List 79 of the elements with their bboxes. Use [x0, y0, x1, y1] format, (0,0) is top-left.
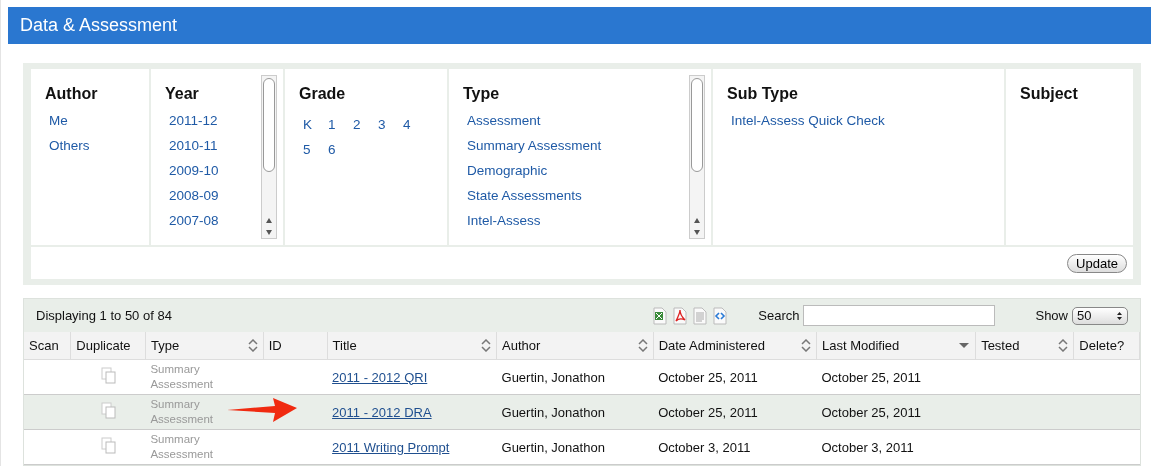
filter-link[interactable]: State Assessments: [467, 188, 711, 203]
filter-link[interactable]: Me: [49, 113, 149, 128]
filter-link[interactable]: 2007-08: [169, 213, 283, 228]
column-header: Delete?: [1073, 332, 1140, 360]
scrollbar[interactable]: [689, 75, 705, 239]
filter-link[interactable]: 3: [378, 117, 403, 132]
spreadsheet-icon[interactable]: [652, 306, 669, 325]
filter-link[interactable]: Summary Assessment: [467, 138, 711, 153]
scroll-up-icon: [265, 216, 273, 224]
table-row[interactable]: Summary Assessment 2011 - 2012 QRI Guertin, Jonathon October 25, 2011 October 25, 2011: [24, 359, 1140, 395]
column-header[interactable]: Author: [496, 332, 654, 360]
table-row[interactable]: Summary Assessment 2011 Writing Prompt Guertin, Jonathon October 3, 2011 October 3, 2011: [24, 429, 1140, 465]
sort-icon: [481, 339, 491, 352]
search-label: Search: [758, 308, 800, 323]
date-text: October 3, 2011: [821, 439, 914, 455]
type-text: Summary Assessment: [150, 397, 215, 427]
scroll-up-icon: [693, 216, 701, 224]
filter-heading: Year: [165, 85, 200, 103]
filter-link[interactable]: 2008-09: [169, 188, 283, 203]
filter-link[interactable]: Intel-Assess Quick Check: [731, 113, 1004, 128]
filter-link[interactable]: Assessment: [467, 113, 711, 128]
date-text: October 25, 2011: [658, 369, 758, 385]
table-row[interactable]: Summary Assessment 2011 - 2012 DRA Guertin, Jonathon October 25, 2011 October 25, 2011: [24, 394, 1140, 430]
column-header: ID: [263, 332, 328, 360]
author-name: Guertin, Jonathon: [501, 439, 605, 455]
sort-icon: [1058, 339, 1069, 352]
column-header: Scan: [24, 332, 71, 360]
filter-link[interactable]: 2011-12: [169, 113, 283, 128]
result-count: Displaying 1 to 50 of 84: [36, 308, 173, 323]
filter-heading: Subject: [1020, 85, 1079, 103]
page-title: Data & Assessment: [20, 15, 178, 36]
date-text: October 25, 2011: [658, 404, 758, 420]
sort-icon: [637, 339, 648, 352]
sort-icon: [247, 339, 258, 352]
filter-link[interactable]: 2010-11: [169, 138, 283, 153]
author-name: Guertin, Jonathon: [501, 404, 605, 420]
show-label: Show: [1035, 308, 1068, 323]
code-icon[interactable]: [712, 306, 729, 325]
filter-link[interactable]: 4: [403, 117, 428, 132]
filter-heading: Sub Type: [727, 85, 799, 103]
filter-link[interactable]: 5: [303, 142, 328, 157]
date-text: October 3, 2011: [658, 439, 751, 455]
filter-heading: Author: [45, 85, 99, 103]
title-link[interactable]: 2011 - 2012 QRI: [332, 369, 428, 385]
filter-heading: Grade: [299, 85, 347, 103]
updown-arrows-icon: [1116, 310, 1123, 321]
column-header[interactable]: Date Administered: [653, 332, 817, 360]
filter-link[interactable]: Others: [49, 138, 149, 153]
scroll-down-icon: [265, 228, 273, 236]
scrollbar[interactable]: [261, 75, 277, 239]
column-header[interactable]: Tested: [975, 332, 1074, 360]
duplicate-icon: [100, 402, 116, 419]
column-header: Duplicate: [70, 332, 146, 360]
column-header[interactable]: Last Modified: [816, 332, 976, 360]
date-text: October 25, 2011: [821, 404, 921, 420]
filter-link[interactable]: K: [303, 117, 328, 132]
duplicate-icon: [100, 367, 116, 384]
type-text: Summary Assessment: [150, 362, 215, 392]
sort-descending-icon: [958, 342, 971, 349]
filter-link[interactable]: 2009-10: [169, 163, 283, 178]
title-link[interactable]: 2011 Writing Prompt: [332, 439, 450, 455]
sort-icon: [800, 339, 811, 352]
duplicate-icon: [100, 437, 116, 454]
page-size-select[interactable]: 50: [1072, 306, 1128, 325]
author-name: Guertin, Jonathon: [501, 369, 605, 385]
date-text: October 25, 2011: [821, 369, 921, 385]
column-header[interactable]: Type: [145, 332, 264, 360]
filter-link[interactable]: 2: [353, 117, 378, 132]
search-field[interactable]: [803, 305, 996, 326]
scroll-down-icon: [693, 228, 701, 236]
type-text: Summary Assessment: [150, 432, 215, 462]
filter-link[interactable]: 6: [328, 142, 353, 157]
update-button[interactable]: Update: [1067, 253, 1127, 273]
filter-link[interactable]: 1: [328, 117, 353, 132]
column-header[interactable]: Title: [327, 332, 497, 360]
filter-link[interactable]: Demographic: [467, 163, 711, 178]
pdf-icon[interactable]: [672, 306, 689, 325]
filter-link[interactable]: Intel-Assess: [467, 213, 711, 228]
filter-heading: Type: [463, 85, 501, 103]
